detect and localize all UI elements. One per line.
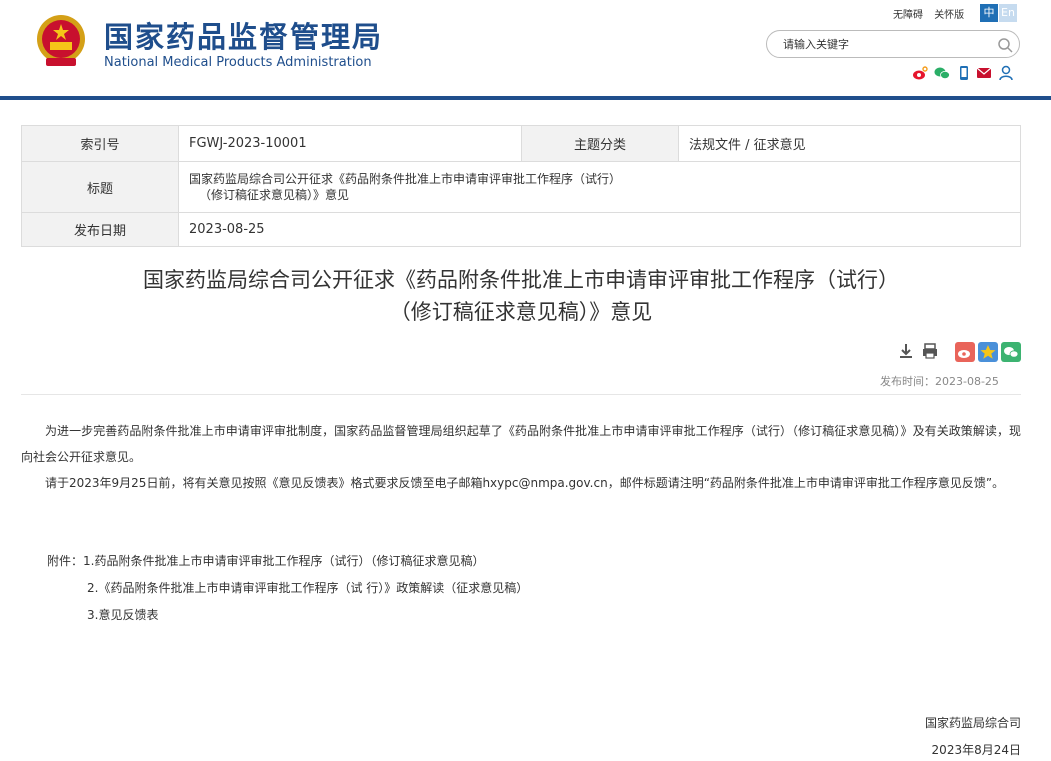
attachment-link-3[interactable]: 3.意见反馈表	[87, 608, 158, 622]
article-title-line2: （修订稿征求意见稿）》意见	[389, 300, 653, 324]
paragraph-2: 请于2023年9月25日前，将有关意见按照《意见反馈表》格式要求反馈至电子邮箱h…	[45, 476, 1005, 490]
divider	[21, 394, 1021, 395]
email-icon[interactable]	[976, 65, 992, 81]
share-wechat-icon[interactable]	[1001, 342, 1021, 366]
search-box	[766, 30, 1020, 58]
sign-date: 2023年8月24日	[931, 743, 1021, 757]
site-name[interactable]: 国家药品监督管理局	[104, 14, 383, 56]
search-input[interactable]	[783, 36, 983, 52]
title-value-line2: （修订稿征求意见稿）》意见	[199, 188, 350, 202]
elder-mode-link[interactable]: 关怀版	[934, 10, 964, 21]
publish-time-label: 发布时间：	[880, 375, 935, 388]
national-emblem-icon[interactable]	[32, 12, 90, 70]
article-title-line1: 国家药监局综合司公开征求《药品附条件批准上市申请审评审批工作程序（试行）	[143, 268, 899, 292]
publish-time: 发布时间：2023-08-25	[880, 373, 999, 389]
topic-label: 主题分类	[521, 125, 679, 162]
attachment-link-1[interactable]: 1.药品附条件批准上市申请审评审批工作程序（试行）（修订稿征求意见稿）	[83, 554, 484, 568]
attachment-row-1: 附件：1.药品附条件批准上市申请审评审批工作程序（试行）（修订稿征求意见稿）	[47, 548, 528, 575]
article-body: 为进一步完善药品附条件批准上市申请审评审批制度，国家药品监督管理局组织起草了《药…	[21, 418, 1021, 496]
paragraph-1: 为进一步完善药品附条件批准上市申请审评审批制度，国家药品监督管理局组织起草了《药…	[21, 424, 1021, 464]
signer: 国家药监局综合司	[924, 716, 1021, 730]
title-value-line1: 国家药监局综合司公开征求《药品附条件批准上市申请审评审批工作程序（试行）	[189, 172, 622, 186]
lang-en-button[interactable]: En	[999, 4, 1017, 22]
share-qzone-icon[interactable]	[978, 342, 998, 366]
publish-time-value: 2023-08-25	[935, 375, 999, 388]
wechat-icon[interactable]	[934, 65, 950, 81]
top-links: 无障碍 关怀版	[893, 6, 972, 21]
index-label: 索引号	[21, 125, 179, 162]
download-icon[interactable]	[897, 342, 915, 364]
title-value: 国家药监局综合司公开征求《药品附条件批准上市申请审评审批工作程序（试行） （修订…	[178, 161, 1021, 213]
document-meta-table: 索引号 FGWJ-2023-10001 主题分类 法规文件 / 征求意见 标题 …	[21, 125, 1021, 247]
attachments: 附件：1.药品附条件批准上市申请审评审批工作程序（试行）（修订稿征求意见稿） 2…	[47, 548, 528, 629]
print-icon[interactable]	[921, 342, 939, 364]
signature-block: 国家药监局综合司 2023年8月24日	[925, 710, 1021, 761]
accessibility-link[interactable]: 无障碍	[893, 10, 923, 21]
user-icon[interactable]	[998, 65, 1014, 81]
attachment-label: 附件：	[47, 554, 84, 568]
site-name-en[interactable]: National Medical Products Administration	[104, 55, 372, 70]
site-header: 国家药品监督管理局 National Medical Products Admi…	[0, 0, 1051, 100]
meta-row-date: 发布日期 2023-08-25	[21, 212, 1021, 247]
date-value: 2023-08-25	[178, 212, 1021, 247]
article-title: 国家药监局综合司公开征求《药品附条件批准上市申请审评审批工作程序（试行） （修订…	[21, 264, 1021, 328]
date-label: 发布日期	[21, 212, 179, 247]
title-label: 标题	[21, 161, 179, 213]
attachment-link-2[interactable]: 2.《药品附条件批准上市申请审评审批工作程序（试 行）》政策解读（征求意见稿）	[87, 581, 528, 595]
attachment-row-3: 3.意见反馈表	[47, 602, 528, 629]
index-value: FGWJ-2023-10001	[178, 125, 522, 162]
weibo-icon[interactable]	[912, 65, 928, 81]
share-weibo-icon[interactable]	[955, 342, 975, 366]
lang-zh-button[interactable]: 中	[980, 4, 998, 22]
attachment-row-2: 2.《药品附条件批准上市申请审评审批工作程序（试 行）》政策解读（征求意见稿）	[47, 575, 528, 602]
search-icon[interactable]	[997, 37, 1013, 53]
mobile-icon[interactable]	[956, 65, 972, 81]
meta-row-index: 索引号 FGWJ-2023-10001 主题分类 法规文件 / 征求意见	[21, 125, 1021, 162]
topic-value: 法规文件 / 征求意见	[678, 125, 1021, 162]
meta-row-title: 标题 国家药监局综合司公开征求《药品附条件批准上市申请审评审批工作程序（试行） …	[21, 161, 1021, 213]
